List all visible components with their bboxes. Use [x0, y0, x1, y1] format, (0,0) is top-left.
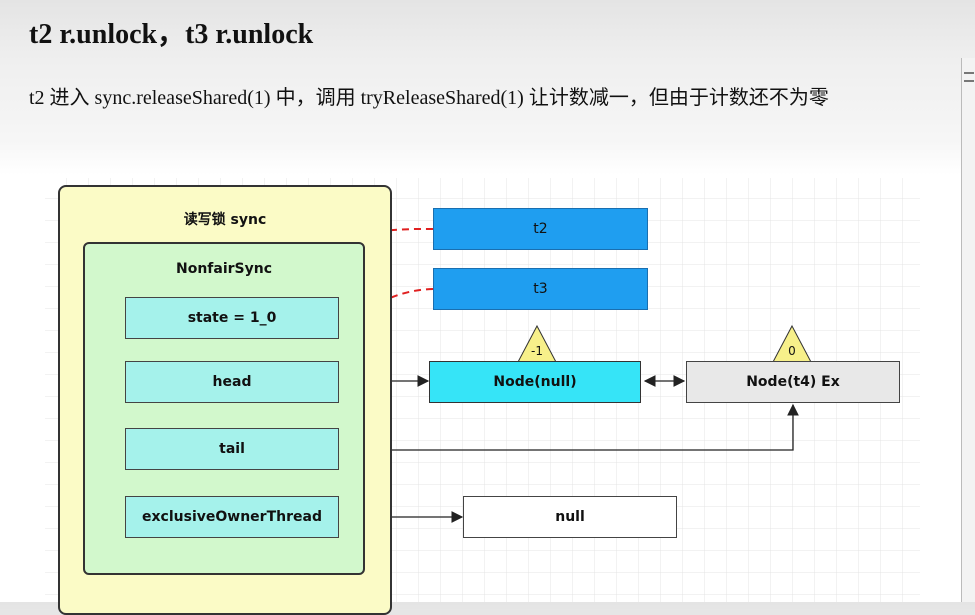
node-t4-waitstatus-label: 0 — [788, 344, 796, 358]
nonfair-sync-label: NonfairSync — [175, 261, 273, 277]
thread-t2-label: t2 — [533, 221, 548, 237]
head-field: head — [125, 361, 339, 403]
node-t4-box: Node(t4) Ex — [686, 361, 900, 403]
node-null-label: Node(null) — [493, 374, 577, 390]
tail-field: tail — [125, 428, 339, 470]
state-field-label: state = 1_0 — [187, 310, 277, 326]
node-null-waitstatus-label: -1 — [531, 344, 543, 358]
head-field-label: head — [212, 374, 252, 390]
null-value-label: null — [555, 509, 585, 525]
null-value-box: null — [463, 496, 677, 538]
exclusive-owner-thread-label: exclusiveOwnerThread — [142, 509, 322, 525]
tail-field-label: tail — [219, 441, 245, 457]
window-right-edge — [961, 58, 975, 602]
state-field: state = 1_0 — [125, 297, 339, 339]
node-t4-label: Node(t4) Ex — [746, 374, 840, 390]
node-null-box: Node(null) — [429, 361, 641, 403]
thread-t2-box: t2 — [433, 208, 648, 250]
exclusive-owner-thread-field: exclusiveOwnerThread — [125, 496, 339, 538]
thread-t3-box: t3 — [433, 268, 648, 310]
thread-t3-label: t3 — [533, 281, 548, 297]
rwlock-sync-label: 读写锁 sync — [183, 212, 267, 228]
